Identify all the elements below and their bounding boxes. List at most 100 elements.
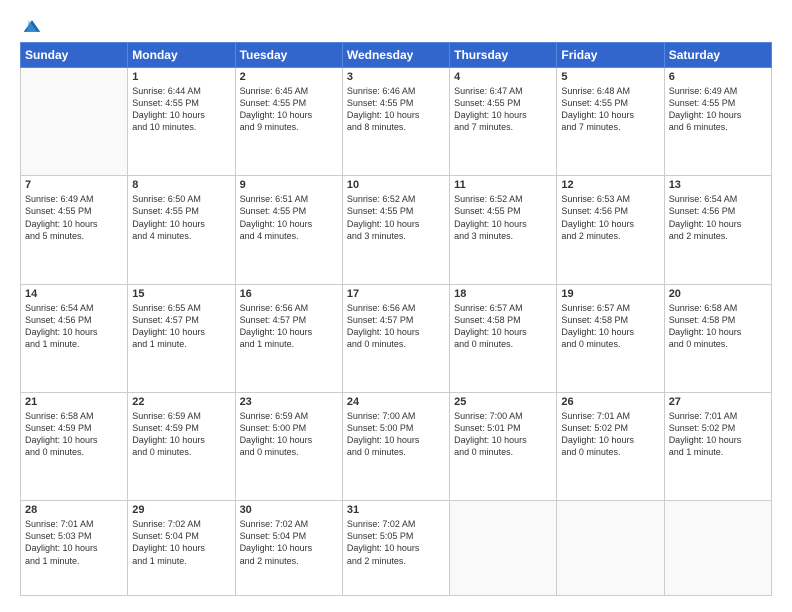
day-info: Sunrise: 7:00 AM Sunset: 5:00 PM Dayligh…	[347, 410, 445, 459]
day-info: Sunrise: 7:00 AM Sunset: 5:01 PM Dayligh…	[454, 410, 552, 459]
day-info: Sunrise: 6:52 AM Sunset: 4:55 PM Dayligh…	[347, 193, 445, 242]
day-info: Sunrise: 6:50 AM Sunset: 4:55 PM Dayligh…	[132, 193, 230, 242]
col-header-friday: Friday	[557, 43, 664, 68]
day-number: 10	[347, 179, 445, 191]
day-number: 14	[25, 288, 123, 300]
day-info: Sunrise: 6:54 AM Sunset: 4:56 PM Dayligh…	[669, 193, 767, 242]
day-number: 30	[240, 504, 338, 516]
day-number: 5	[561, 71, 659, 83]
calendar-cell: 22 Sunrise: 6:59 AM Sunset: 4:59 PM Dayli…	[128, 392, 235, 500]
calendar-cell: 19 Sunrise: 6:57 AM Sunset: 4:58 PM Dayli…	[557, 284, 664, 392]
calendar-cell: 8 Sunrise: 6:50 AM Sunset: 4:55 PM Daylig…	[128, 176, 235, 284]
calendar-cell	[21, 68, 128, 176]
calendar-cell: 31 Sunrise: 7:02 AM Sunset: 5:05 PM Dayli…	[342, 501, 449, 596]
header	[20, 16, 772, 32]
day-info: Sunrise: 6:46 AM Sunset: 4:55 PM Dayligh…	[347, 85, 445, 134]
day-number: 24	[347, 396, 445, 408]
calendar-cell	[450, 501, 557, 596]
day-info: Sunrise: 6:44 AM Sunset: 4:55 PM Dayligh…	[132, 85, 230, 134]
col-header-sunday: Sunday	[21, 43, 128, 68]
logo	[20, 16, 42, 32]
day-info: Sunrise: 6:54 AM Sunset: 4:56 PM Dayligh…	[25, 302, 123, 351]
day-number: 9	[240, 179, 338, 191]
day-info: Sunrise: 6:53 AM Sunset: 4:56 PM Dayligh…	[561, 193, 659, 242]
day-number: 7	[25, 179, 123, 191]
day-number: 22	[132, 396, 230, 408]
calendar-cell: 24 Sunrise: 7:00 AM Sunset: 5:00 PM Dayli…	[342, 392, 449, 500]
calendar-cell: 29 Sunrise: 7:02 AM Sunset: 5:04 PM Dayli…	[128, 501, 235, 596]
day-info: Sunrise: 6:45 AM Sunset: 4:55 PM Dayligh…	[240, 85, 338, 134]
day-number: 11	[454, 179, 552, 191]
page: SundayMondayTuesdayWednesdayThursdayFrid…	[0, 0, 792, 612]
day-number: 1	[132, 71, 230, 83]
day-number: 28	[25, 504, 123, 516]
day-number: 8	[132, 179, 230, 191]
calendar-cell: 6 Sunrise: 6:49 AM Sunset: 4:55 PM Daylig…	[664, 68, 771, 176]
calendar-cell: 25Sunrise: 7:00 AM Sunset: 5:01 PM Dayli…	[450, 392, 557, 500]
day-number: 29	[132, 504, 230, 516]
calendar-cell: 26 Sunrise: 7:01 AM Sunset: 5:02 PM Dayli…	[557, 392, 664, 500]
calendar-cell: 5 Sunrise: 6:48 AM Sunset: 4:55 PM Daylig…	[557, 68, 664, 176]
day-info: Sunrise: 7:02 AM Sunset: 5:05 PM Dayligh…	[347, 518, 445, 567]
col-header-monday: Monday	[128, 43, 235, 68]
day-number: 20	[669, 288, 767, 300]
calendar-cell: 3 Sunrise: 6:46 AM Sunset: 4:55 PM Daylig…	[342, 68, 449, 176]
calendar-cell: 12 Sunrise: 6:53 AM Sunset: 4:56 PM Dayli…	[557, 176, 664, 284]
day-number: 4	[454, 71, 552, 83]
day-info: Sunrise: 7:01 AM Sunset: 5:03 PM Dayligh…	[25, 518, 123, 567]
day-number: 15	[132, 288, 230, 300]
calendar-cell: 20 Sunrise: 6:58 AM Sunset: 4:58 PM Dayli…	[664, 284, 771, 392]
week-row-1: 1 Sunrise: 6:44 AM Sunset: 4:55 PM Daylig…	[21, 68, 772, 176]
day-info: Sunrise: 6:49 AM Sunset: 4:55 PM Dayligh…	[669, 85, 767, 134]
week-row-2: 7 Sunrise: 6:49 AM Sunset: 4:55 PM Daylig…	[21, 176, 772, 284]
calendar-cell: 27 Sunrise: 7:01 AM Sunset: 5:02 PM Dayli…	[664, 392, 771, 500]
day-info: Sunrise: 6:47 AM Sunset: 4:55 PM Dayligh…	[454, 85, 552, 134]
col-header-saturday: Saturday	[664, 43, 771, 68]
calendar-cell	[664, 501, 771, 596]
day-number: 16	[240, 288, 338, 300]
day-number: 27	[669, 396, 767, 408]
calendar-table: SundayMondayTuesdayWednesdayThursdayFrid…	[20, 42, 772, 596]
day-info: Sunrise: 6:49 AM Sunset: 4:55 PM Dayligh…	[25, 193, 123, 242]
day-number: 17	[347, 288, 445, 300]
day-info: Sunrise: 6:57 AM Sunset: 4:58 PM Dayligh…	[561, 302, 659, 351]
day-number: 12	[561, 179, 659, 191]
calendar-cell: 2Sunrise: 6:45 AM Sunset: 4:55 PM Daylig…	[235, 68, 342, 176]
day-number: 3	[347, 71, 445, 83]
day-number: 26	[561, 396, 659, 408]
day-info: Sunrise: 6:58 AM Sunset: 4:59 PM Dayligh…	[25, 410, 123, 459]
calendar-cell: 11 Sunrise: 6:52 AM Sunset: 4:55 PM Dayli…	[450, 176, 557, 284]
day-info: Sunrise: 6:59 AM Sunset: 4:59 PM Dayligh…	[132, 410, 230, 459]
calendar-cell: 15 Sunrise: 6:55 AM Sunset: 4:57 PM Dayli…	[128, 284, 235, 392]
calendar-cell: 4 Sunrise: 6:47 AM Sunset: 4:55 PM Daylig…	[450, 68, 557, 176]
calendar-cell: 1 Sunrise: 6:44 AM Sunset: 4:55 PM Daylig…	[128, 68, 235, 176]
calendar-cell: 17Sunrise: 6:56 AM Sunset: 4:57 PM Dayli…	[342, 284, 449, 392]
day-number: 31	[347, 504, 445, 516]
day-info: Sunrise: 6:59 AM Sunset: 5:00 PM Dayligh…	[240, 410, 338, 459]
day-info: Sunrise: 6:48 AM Sunset: 4:55 PM Dayligh…	[561, 85, 659, 134]
col-header-wednesday: Wednesday	[342, 43, 449, 68]
header-row: SundayMondayTuesdayWednesdayThursdayFrid…	[21, 43, 772, 68]
col-header-thursday: Thursday	[450, 43, 557, 68]
calendar-cell: 28 Sunrise: 7:01 AM Sunset: 5:03 PM Dayli…	[21, 501, 128, 596]
day-info: Sunrise: 6:55 AM Sunset: 4:57 PM Dayligh…	[132, 302, 230, 351]
day-info: Sunrise: 6:52 AM Sunset: 4:55 PM Dayligh…	[454, 193, 552, 242]
calendar-cell: 7 Sunrise: 6:49 AM Sunset: 4:55 PM Daylig…	[21, 176, 128, 284]
calendar-cell: 10 Sunrise: 6:52 AM Sunset: 4:55 PM Dayli…	[342, 176, 449, 284]
day-number: 6	[669, 71, 767, 83]
calendar-cell: 30Sunrise: 7:02 AM Sunset: 5:04 PM Dayli…	[235, 501, 342, 596]
day-info: Sunrise: 7:01 AM Sunset: 5:02 PM Dayligh…	[669, 410, 767, 459]
calendar-cell: 21Sunrise: 6:58 AM Sunset: 4:59 PM Dayli…	[21, 392, 128, 500]
calendar-cell: 9Sunrise: 6:51 AM Sunset: 4:55 PM Daylig…	[235, 176, 342, 284]
day-info: Sunrise: 7:01 AM Sunset: 5:02 PM Dayligh…	[561, 410, 659, 459]
day-info: Sunrise: 6:56 AM Sunset: 4:57 PM Dayligh…	[240, 302, 338, 351]
week-row-4: 21Sunrise: 6:58 AM Sunset: 4:59 PM Dayli…	[21, 392, 772, 500]
day-info: Sunrise: 7:02 AM Sunset: 5:04 PM Dayligh…	[132, 518, 230, 567]
day-number: 19	[561, 288, 659, 300]
calendar-cell	[557, 501, 664, 596]
day-info: Sunrise: 6:58 AM Sunset: 4:58 PM Dayligh…	[669, 302, 767, 351]
calendar-cell: 23 Sunrise: 6:59 AM Sunset: 5:00 PM Dayli…	[235, 392, 342, 500]
col-header-tuesday: Tuesday	[235, 43, 342, 68]
day-number: 23	[240, 396, 338, 408]
calendar-cell: 16 Sunrise: 6:56 AM Sunset: 4:57 PM Dayli…	[235, 284, 342, 392]
